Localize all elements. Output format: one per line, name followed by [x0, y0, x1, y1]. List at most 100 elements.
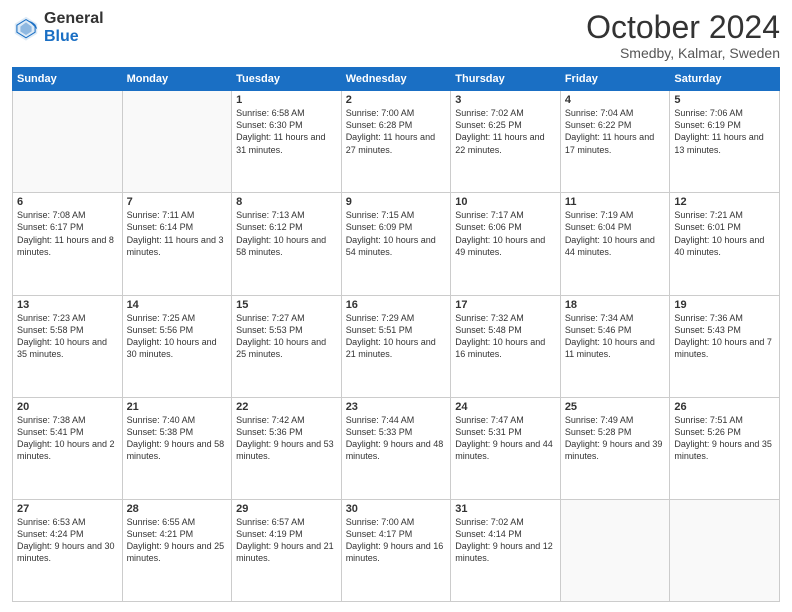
- calendar-cell: 19Sunrise: 7:36 AM Sunset: 5:43 PM Dayli…: [670, 295, 780, 397]
- day-content: Sunrise: 7:34 AM Sunset: 5:46 PM Dayligh…: [565, 312, 666, 361]
- day-number: 14: [127, 299, 228, 311]
- col-friday: Friday: [560, 68, 670, 91]
- calendar-cell: 4Sunrise: 7:04 AM Sunset: 6:22 PM Daylig…: [560, 91, 670, 193]
- calendar-cell: 17Sunrise: 7:32 AM Sunset: 5:48 PM Dayli…: [451, 295, 561, 397]
- calendar-cell: 12Sunrise: 7:21 AM Sunset: 6:01 PM Dayli…: [670, 193, 780, 295]
- calendar-cell: 10Sunrise: 7:17 AM Sunset: 6:06 PM Dayli…: [451, 193, 561, 295]
- day-content: Sunrise: 7:00 AM Sunset: 6:28 PM Dayligh…: [346, 107, 447, 156]
- day-number: 8: [236, 196, 337, 208]
- calendar-cell: 14Sunrise: 7:25 AM Sunset: 5:56 PM Dayli…: [122, 295, 232, 397]
- calendar-cell: 7Sunrise: 7:11 AM Sunset: 6:14 PM Daylig…: [122, 193, 232, 295]
- calendar-cell: [13, 91, 123, 193]
- day-number: 22: [236, 401, 337, 413]
- logo: General Blue: [12, 10, 104, 45]
- day-number: 31: [455, 503, 556, 515]
- calendar-cell: 26Sunrise: 7:51 AM Sunset: 5:26 PM Dayli…: [670, 397, 780, 499]
- day-content: Sunrise: 6:58 AM Sunset: 6:30 PM Dayligh…: [236, 107, 337, 156]
- calendar-cell: 18Sunrise: 7:34 AM Sunset: 5:46 PM Dayli…: [560, 295, 670, 397]
- month-title: October 2024: [586, 10, 780, 45]
- subtitle: Smedby, Kalmar, Sweden: [586, 45, 780, 61]
- day-number: 28: [127, 503, 228, 515]
- day-content: Sunrise: 7:02 AM Sunset: 6:25 PM Dayligh…: [455, 107, 556, 156]
- col-sunday: Sunday: [13, 68, 123, 91]
- calendar-cell: 28Sunrise: 6:55 AM Sunset: 4:21 PM Dayli…: [122, 499, 232, 601]
- day-content: Sunrise: 7:42 AM Sunset: 5:36 PM Dayligh…: [236, 414, 337, 463]
- day-number: 23: [346, 401, 447, 413]
- col-saturday: Saturday: [670, 68, 780, 91]
- title-block: October 2024 Smedby, Kalmar, Sweden: [586, 10, 780, 61]
- day-content: Sunrise: 7:08 AM Sunset: 6:17 PM Dayligh…: [17, 209, 118, 258]
- calendar-week-3: 20Sunrise: 7:38 AM Sunset: 5:41 PM Dayli…: [13, 397, 780, 499]
- day-number: 2: [346, 94, 447, 106]
- day-content: Sunrise: 7:32 AM Sunset: 5:48 PM Dayligh…: [455, 312, 556, 361]
- day-number: 9: [346, 196, 447, 208]
- calendar-week-0: 1Sunrise: 6:58 AM Sunset: 6:30 PM Daylig…: [13, 91, 780, 193]
- calendar-table: Sunday Monday Tuesday Wednesday Thursday…: [12, 67, 780, 602]
- col-tuesday: Tuesday: [232, 68, 342, 91]
- calendar-cell: 8Sunrise: 7:13 AM Sunset: 6:12 PM Daylig…: [232, 193, 342, 295]
- day-content: Sunrise: 7:00 AM Sunset: 4:17 PM Dayligh…: [346, 516, 447, 565]
- day-content: Sunrise: 7:36 AM Sunset: 5:43 PM Dayligh…: [674, 312, 775, 361]
- day-content: Sunrise: 6:57 AM Sunset: 4:19 PM Dayligh…: [236, 516, 337, 565]
- day-number: 12: [674, 196, 775, 208]
- day-content: Sunrise: 7:44 AM Sunset: 5:33 PM Dayligh…: [346, 414, 447, 463]
- day-number: 20: [17, 401, 118, 413]
- calendar-header-row: Sunday Monday Tuesday Wednesday Thursday…: [13, 68, 780, 91]
- day-number: 27: [17, 503, 118, 515]
- calendar-cell: [560, 499, 670, 601]
- day-number: 17: [455, 299, 556, 311]
- day-content: Sunrise: 7:29 AM Sunset: 5:51 PM Dayligh…: [346, 312, 447, 361]
- day-content: Sunrise: 6:55 AM Sunset: 4:21 PM Dayligh…: [127, 516, 228, 565]
- calendar-cell: 20Sunrise: 7:38 AM Sunset: 5:41 PM Dayli…: [13, 397, 123, 499]
- day-content: Sunrise: 7:51 AM Sunset: 5:26 PM Dayligh…: [674, 414, 775, 463]
- day-content: Sunrise: 7:13 AM Sunset: 6:12 PM Dayligh…: [236, 209, 337, 258]
- day-number: 18: [565, 299, 666, 311]
- col-wednesday: Wednesday: [341, 68, 451, 91]
- calendar-cell: 9Sunrise: 7:15 AM Sunset: 6:09 PM Daylig…: [341, 193, 451, 295]
- calendar-cell: 13Sunrise: 7:23 AM Sunset: 5:58 PM Dayli…: [13, 295, 123, 397]
- day-content: Sunrise: 7:38 AM Sunset: 5:41 PM Dayligh…: [17, 414, 118, 463]
- calendar-cell: 6Sunrise: 7:08 AM Sunset: 6:17 PM Daylig…: [13, 193, 123, 295]
- calendar-cell: 1Sunrise: 6:58 AM Sunset: 6:30 PM Daylig…: [232, 91, 342, 193]
- day-number: 25: [565, 401, 666, 413]
- calendar-cell: 25Sunrise: 7:49 AM Sunset: 5:28 PM Dayli…: [560, 397, 670, 499]
- calendar-cell: 11Sunrise: 7:19 AM Sunset: 6:04 PM Dayli…: [560, 193, 670, 295]
- day-number: 6: [17, 196, 118, 208]
- logo-line1: General: [44, 10, 104, 28]
- day-content: Sunrise: 7:15 AM Sunset: 6:09 PM Dayligh…: [346, 209, 447, 258]
- calendar-cell: 5Sunrise: 7:06 AM Sunset: 6:19 PM Daylig…: [670, 91, 780, 193]
- calendar-cell: 29Sunrise: 6:57 AM Sunset: 4:19 PM Dayli…: [232, 499, 342, 601]
- day-content: Sunrise: 7:02 AM Sunset: 4:14 PM Dayligh…: [455, 516, 556, 565]
- day-number: 11: [565, 196, 666, 208]
- day-number: 21: [127, 401, 228, 413]
- day-content: Sunrise: 7:23 AM Sunset: 5:58 PM Dayligh…: [17, 312, 118, 361]
- day-number: 26: [674, 401, 775, 413]
- day-number: 16: [346, 299, 447, 311]
- day-content: Sunrise: 7:11 AM Sunset: 6:14 PM Dayligh…: [127, 209, 228, 258]
- day-number: 29: [236, 503, 337, 515]
- day-number: 15: [236, 299, 337, 311]
- calendar-cell: 24Sunrise: 7:47 AM Sunset: 5:31 PM Dayli…: [451, 397, 561, 499]
- logo-line2: Blue: [44, 28, 104, 46]
- day-content: Sunrise: 7:49 AM Sunset: 5:28 PM Dayligh…: [565, 414, 666, 463]
- calendar-week-4: 27Sunrise: 6:53 AM Sunset: 4:24 PM Dayli…: [13, 499, 780, 601]
- calendar-cell: 23Sunrise: 7:44 AM Sunset: 5:33 PM Dayli…: [341, 397, 451, 499]
- day-number: 3: [455, 94, 556, 106]
- day-content: Sunrise: 7:04 AM Sunset: 6:22 PM Dayligh…: [565, 107, 666, 156]
- day-number: 30: [346, 503, 447, 515]
- col-thursday: Thursday: [451, 68, 561, 91]
- day-content: Sunrise: 7:06 AM Sunset: 6:19 PM Dayligh…: [674, 107, 775, 156]
- logo-icon: [12, 14, 40, 42]
- calendar-week-1: 6Sunrise: 7:08 AM Sunset: 6:17 PM Daylig…: [13, 193, 780, 295]
- day-number: 5: [674, 94, 775, 106]
- day-number: 1: [236, 94, 337, 106]
- calendar-cell: 16Sunrise: 7:29 AM Sunset: 5:51 PM Dayli…: [341, 295, 451, 397]
- day-content: Sunrise: 7:47 AM Sunset: 5:31 PM Dayligh…: [455, 414, 556, 463]
- calendar-cell: 30Sunrise: 7:00 AM Sunset: 4:17 PM Dayli…: [341, 499, 451, 601]
- day-content: Sunrise: 7:25 AM Sunset: 5:56 PM Dayligh…: [127, 312, 228, 361]
- calendar-cell: 2Sunrise: 7:00 AM Sunset: 6:28 PM Daylig…: [341, 91, 451, 193]
- day-content: Sunrise: 7:17 AM Sunset: 6:06 PM Dayligh…: [455, 209, 556, 258]
- calendar-cell: 31Sunrise: 7:02 AM Sunset: 4:14 PM Dayli…: [451, 499, 561, 601]
- calendar-cell: 22Sunrise: 7:42 AM Sunset: 5:36 PM Dayli…: [232, 397, 342, 499]
- day-content: Sunrise: 7:19 AM Sunset: 6:04 PM Dayligh…: [565, 209, 666, 258]
